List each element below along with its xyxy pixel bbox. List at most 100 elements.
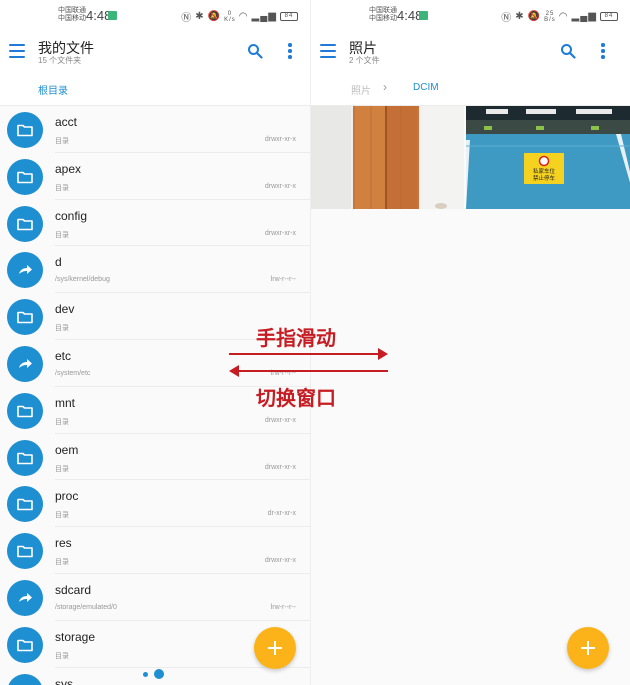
file-name: apex [55,161,82,176]
more-options-icon[interactable] [600,43,606,59]
folder-icon [17,639,33,652]
app-bar: 我的文件 15 个文件夹 [0,30,310,76]
arrow-left-line [238,370,388,372]
folder-icon [17,452,33,464]
search-icon[interactable] [560,43,576,59]
file-permissions: drwxr-xr-x [264,229,296,237]
folder-badge [7,158,43,195]
folder-icon [17,218,33,230]
carrier-2: 中国移动 [58,15,86,22]
file-name: sys [55,676,73,685]
status-bar: 中国联通 中国移动 4:48 Ⓝ ✱ 🔕 0 K/s ◠ ▂▄▆ 84 [0,0,310,30]
file-name: proc [55,489,79,504]
file-description: 目录 [55,418,69,426]
mute-icon: 🔕 [527,11,542,22]
battery-icon: 84 [280,12,298,21]
file-permissions: drwxr-xr-x [264,557,296,565]
folder-badge [7,439,43,476]
file-name: dev [55,302,75,317]
file-permissions: drwxr-xr-x [264,136,296,143]
arrow-right-icon [378,348,388,360]
file-name: sdcard [55,582,92,597]
file-description: /storage/emulated/0 [55,603,117,611]
breadcrumb-dcim[interactable]: DCIM [413,82,439,93]
nfc-icon: Ⓝ [181,13,193,24]
menu-icon[interactable] [320,44,336,58]
battery-icon: 84 [600,12,618,21]
folder-badge [7,392,43,429]
folder-badge [7,626,43,663]
folder-badge [7,299,43,336]
page-dot-active[interactable] [154,669,164,679]
file-row-acct[interactable]: acct 目录 drwxr-xr-x [0,106,310,153]
carrier-labels: 中国联通 中国移动 [58,7,86,23]
file-name: res [55,536,72,551]
file-row-d[interactable]: d/sys/kernel/debug lrw-r--r-- [0,246,310,294]
file-name: etc [55,348,72,363]
breadcrumb-photos[interactable]: 照片 [351,82,371,97]
file-description: /sys/kernel/debug [55,276,110,284]
folder-badge [7,112,43,148]
file-permissions: dr-xr-xr-x [267,510,296,518]
notification-icon [108,11,117,20]
file-description: 目录 [55,184,69,192]
file-row-res[interactable]: res 目录 drwxr-xr-x [0,527,310,574]
page-subtitle: 2 个文件 [349,56,380,65]
status-bar: 中国联通 中国移动 4:48 Ⓝ ✱ 🔕 25 B/s ◠ ▂▄▆ 84 [311,0,630,30]
link-badge [7,345,43,382]
wifi-icon: ◠ [238,11,249,22]
more-options-icon[interactable] [287,43,293,59]
carrier-2: 中国移动 [369,15,397,22]
file-permissions: lrw-r--r-- [270,603,296,611]
search-icon[interactable] [247,43,263,59]
folder-badge [7,205,43,242]
file-row-config[interactable]: config 目录 drwxr-xr-x [0,200,310,247]
breadcrumb: 根目录 [0,76,310,106]
menu-icon[interactable] [9,44,25,58]
link-badge [7,579,43,616]
file-description: 目录 [55,325,69,333]
file-permissions: drwxr-xr-x [264,416,296,424]
file-name: acct [55,115,78,129]
folder-icon [17,545,33,558]
shortcut-icon [19,358,32,368]
folder-badge [7,673,43,685]
photos-pane: 中国联通 中国移动 4:48 Ⓝ ✱ 🔕 25 B/s ◠ ▂▄▆ 84 照片 2… [310,0,630,685]
file-row-apex[interactable]: apex 目录 drwxr-xr-x [0,153,310,200]
folder-badge [7,486,43,523]
page-subtitle: 15 个文件夹 [38,56,82,65]
file-description: 目录 [55,559,69,567]
annotation-swipe: 手指滑动 [256,326,336,350]
file-row-oem[interactable]: oem 目录 drwxr-xr-x [0,434,310,481]
file-row-proc[interactable]: proc 目录 dr-xr-xr-x [0,480,310,528]
folder-icon [17,499,33,511]
file-name: mnt [55,395,76,410]
sign-line-1: 私家车位 [533,167,556,175]
arrow-right-line [229,353,379,355]
sign-line-2: 禁止停车 [533,174,556,182]
add-button[interactable] [567,627,609,669]
file-description: /system/etc [55,369,91,377]
breadcrumb: 照片 › DCIM [311,76,630,106]
breadcrumb-root[interactable]: 根目录 [38,82,68,97]
file-description: 目录 [55,231,69,239]
file-name: oem [55,442,79,457]
photo-thumbnail[interactable] [311,106,464,209]
folder-icon [17,405,33,418]
folder-icon [17,311,33,324]
file-row-sdcard[interactable]: sdcard/storage/emulated/0 lrw-r--r-- [0,574,310,621]
signal-icon: ▂▄▆ [251,11,277,22]
notification-icon [419,11,428,20]
folder-badge [7,533,43,570]
chevron-right-icon: › [383,80,387,94]
parking-space-image: 私家车位 禁止停车 [466,106,630,209]
folder-icon [17,124,33,137]
photo-thumbnail[interactable]: 私家车位 禁止停车 [466,106,630,209]
file-name: storage [55,629,96,644]
file-description: 目录 [55,138,69,145]
page-dot[interactable] [143,672,148,677]
nfc-icon: Ⓝ [501,13,513,24]
file-description: 目录 [55,465,69,473]
file-description: 目录 [55,512,69,520]
add-button[interactable] [254,627,296,669]
